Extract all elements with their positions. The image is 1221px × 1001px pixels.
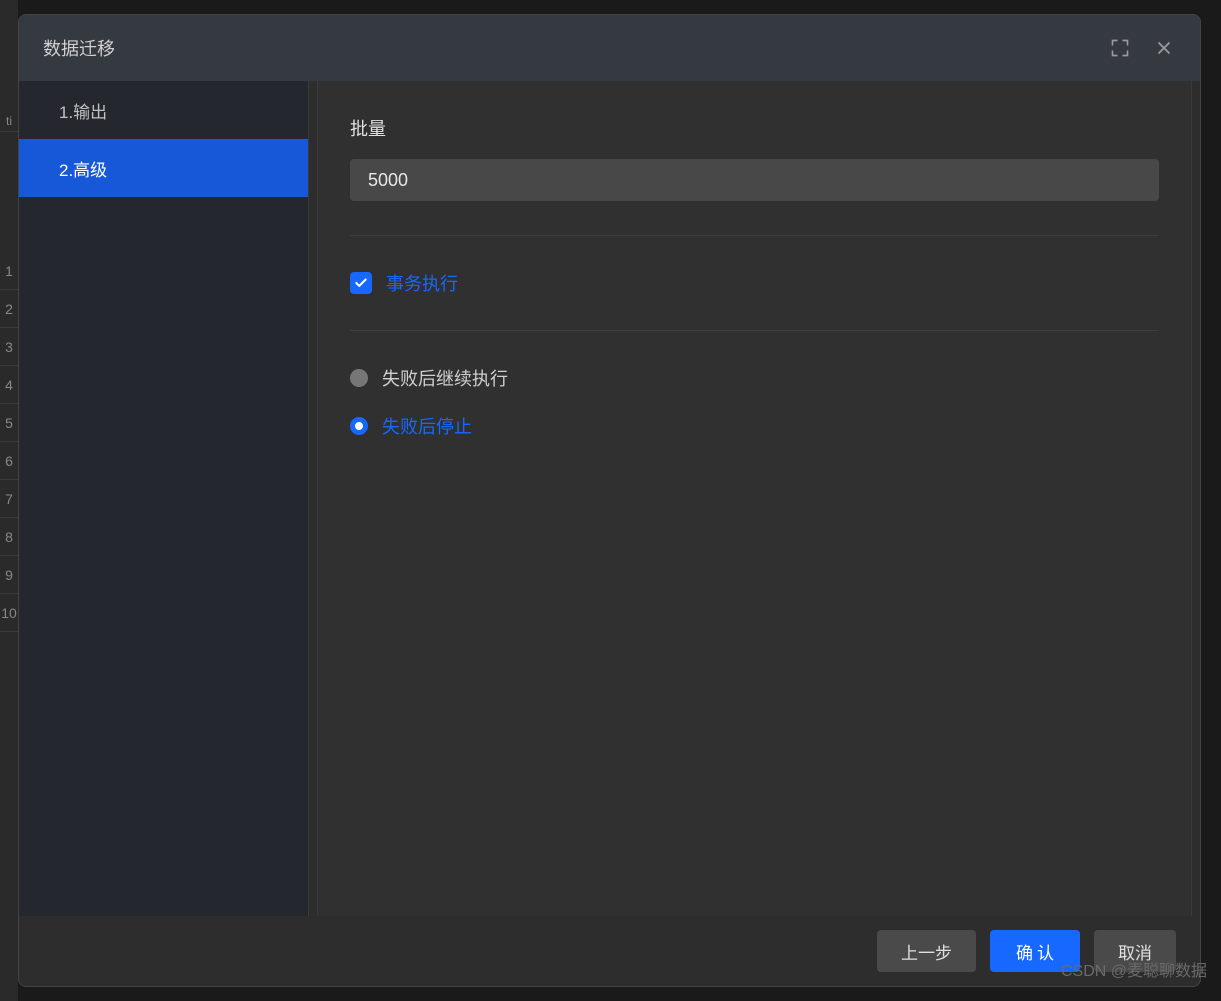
failure-radio-group: 失败后继续执行 失败后停止 bbox=[350, 365, 1159, 439]
confirm-button[interactable]: 确认 bbox=[990, 930, 1080, 972]
row-num: 5 bbox=[0, 404, 18, 442]
row-num: 8 bbox=[0, 518, 18, 556]
radio-icon bbox=[350, 417, 368, 435]
row-num: 9 bbox=[0, 556, 18, 594]
sidebar: 1.输出 2.高级 bbox=[19, 81, 309, 916]
dialog-header: 数据迁移 bbox=[19, 15, 1200, 81]
content-wrapper: 批量 事务执行 失败后继续执行 bbox=[309, 81, 1200, 916]
dialog-title: 数据迁移 bbox=[43, 35, 115, 61]
batch-label: 批量 bbox=[350, 115, 1159, 141]
radio-label: 失败后停止 bbox=[382, 413, 472, 439]
transaction-checkbox-row[interactable]: 事务执行 bbox=[350, 270, 1159, 296]
sidebar-item-output[interactable]: 1.输出 bbox=[19, 81, 308, 139]
checkbox-icon[interactable] bbox=[350, 272, 372, 294]
close-icon[interactable] bbox=[1152, 36, 1176, 60]
divider bbox=[350, 330, 1159, 331]
row-num: 2 bbox=[0, 290, 18, 328]
radio-label: 失败后继续执行 bbox=[382, 365, 508, 391]
sidebar-item-label: 1.输出 bbox=[59, 98, 107, 123]
radio-stop-on-fail[interactable]: 失败后停止 bbox=[350, 413, 1159, 439]
sidebar-item-advanced[interactable]: 2.高级 bbox=[19, 139, 308, 197]
row-num: 3 bbox=[0, 328, 18, 366]
dialog-body: 1.输出 2.高级 批量 事务执行 bbox=[19, 81, 1200, 916]
cancel-button[interactable]: 取消 bbox=[1094, 930, 1176, 972]
row-label: ti bbox=[0, 110, 18, 132]
header-icons bbox=[1108, 36, 1176, 60]
row-num: 7 bbox=[0, 480, 18, 518]
row-num: 10 bbox=[0, 594, 18, 632]
data-migration-dialog: 数据迁移 1.输出 2.高级 批量 bbox=[18, 14, 1201, 987]
prev-button[interactable]: 上一步 bbox=[877, 930, 976, 972]
dialog-footer: 上一步 确认 取消 bbox=[19, 916, 1200, 986]
radio-continue-on-fail[interactable]: 失败后继续执行 bbox=[350, 365, 1159, 391]
row-num: 6 bbox=[0, 442, 18, 480]
row-num: 1 bbox=[0, 252, 18, 290]
batch-input[interactable] bbox=[350, 159, 1159, 201]
row-num: 4 bbox=[0, 366, 18, 404]
divider bbox=[350, 235, 1159, 236]
radio-icon bbox=[350, 369, 368, 387]
background-row-numbers: ti 1 2 3 4 5 6 7 8 9 10 bbox=[0, 0, 18, 1001]
transaction-label: 事务执行 bbox=[386, 270, 458, 296]
fullscreen-icon[interactable] bbox=[1108, 36, 1132, 60]
sidebar-item-label: 2.高级 bbox=[59, 156, 107, 181]
content-area: 批量 事务执行 失败后继续执行 bbox=[317, 81, 1192, 916]
